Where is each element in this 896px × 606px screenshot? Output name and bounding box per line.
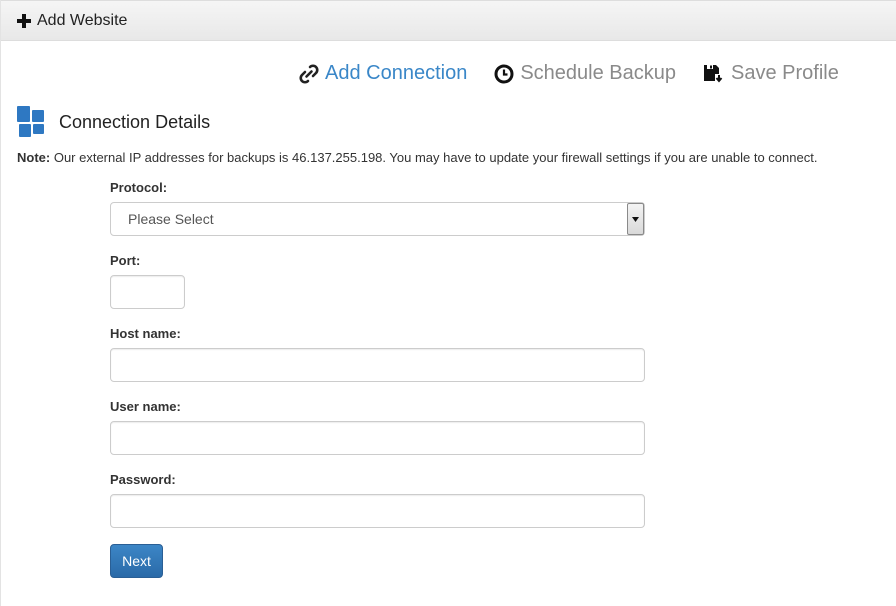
schedule-backup-label: Schedule Backup: [520, 62, 676, 84]
chevron-down-icon[interactable]: [627, 203, 644, 235]
note-prefix: Note:: [17, 150, 51, 165]
panel-title: Add Website: [37, 11, 128, 29]
section-title: Connection Details: [17, 106, 210, 138]
save-profile-tab[interactable]: Save Profile: [703, 62, 839, 85]
connection-form: Protocol: Please Select Port: Host name:…: [110, 180, 646, 528]
ip-note: Note: Our external IP addresses for back…: [17, 150, 817, 165]
panel-heading: Add Website: [1, 0, 896, 41]
protocol-label: Protocol:: [110, 180, 168, 195]
save-profile-label: Save Profile: [731, 62, 839, 84]
add-connection-label: Add Connection: [325, 62, 468, 84]
port-input[interactable]: [110, 275, 185, 309]
password-label: Password:: [110, 472, 176, 487]
host-name-label: Host name:: [110, 326, 181, 341]
protocol-select[interactable]: Please Select: [110, 202, 645, 236]
save-icon: [704, 64, 723, 83]
note-text: Our external IP addresses for backups is…: [50, 150, 818, 165]
password-input[interactable]: [110, 494, 645, 528]
add-website-panel: Add Website Add Connection Schedule Back…: [0, 0, 896, 606]
protocol-selected-value: Please Select: [128, 211, 214, 227]
schedule-backup-tab[interactable]: Schedule Backup: [494, 62, 676, 85]
clock-icon: [494, 64, 514, 83]
section-title-text: Connection Details: [59, 111, 211, 132]
user-name-label: User name:: [110, 399, 181, 414]
next-button[interactable]: Next: [110, 544, 163, 578]
user-name-input[interactable]: [110, 421, 645, 455]
add-connection-tab[interactable]: Add Connection: [299, 62, 467, 85]
host-name-input[interactable]: [110, 348, 645, 382]
toolbar: Add Connection Schedule Backup Save Prof…: [299, 62, 866, 85]
port-label: Port:: [110, 253, 141, 268]
plus-icon: [17, 13, 31, 28]
link-icon: [299, 63, 319, 84]
blocks-icon: [17, 106, 44, 137]
